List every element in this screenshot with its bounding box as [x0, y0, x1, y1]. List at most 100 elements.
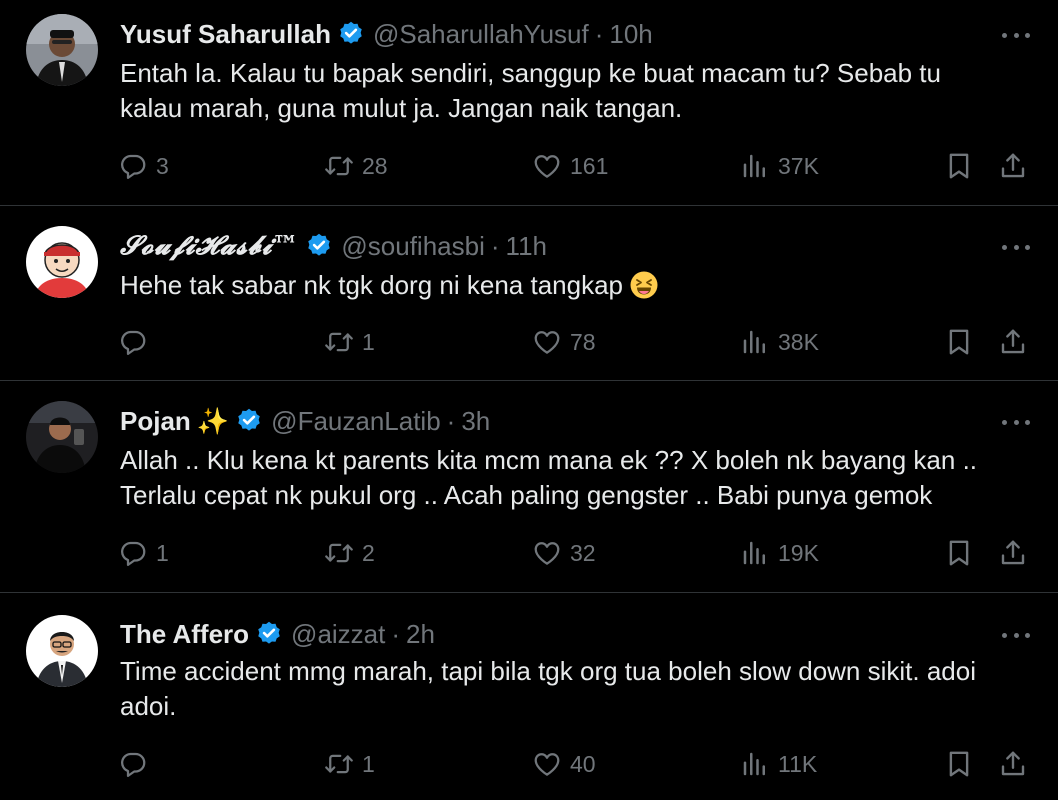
- avatar[interactable]: [26, 226, 98, 298]
- bookmark-button[interactable]: [944, 149, 974, 183]
- tweet-header: Pojan ✨ @FauzanLatib · 3h: [120, 404, 490, 438]
- heart-icon: [532, 327, 562, 357]
- bookmark-icon: [944, 327, 974, 357]
- reply-count: 1: [156, 539, 169, 566]
- like-button[interactable]: 40: [532, 747, 596, 781]
- tweet-text: Time accident mmg marah, tapi bila tgk o…: [120, 656, 976, 721]
- share-button[interactable]: [998, 536, 1028, 570]
- reply-count: 3: [156, 152, 169, 179]
- share-icon: [998, 538, 1028, 568]
- reply-button[interactable]: 3: [118, 149, 169, 183]
- display-name[interactable]: Pojan: [120, 404, 191, 438]
- views-button[interactable]: 38K: [740, 325, 819, 359]
- timestamp[interactable]: 2h: [406, 617, 435, 651]
- bookmark-button[interactable]: [944, 536, 974, 570]
- bookmark-icon: [944, 538, 974, 568]
- more-icon[interactable]: [1002, 30, 1030, 40]
- like-button[interactable]: 78: [532, 325, 596, 359]
- reply-button[interactable]: [118, 325, 156, 359]
- tweet-actions: 1 2 32 19K: [118, 536, 1038, 570]
- user-handle[interactable]: @aizzat: [291, 617, 385, 651]
- tweet-text-body: Hehe tak sabar nk tgk dorg ni kena tangk…: [120, 270, 623, 300]
- retweet-count: 1: [362, 328, 375, 355]
- timestamp[interactable]: 11h: [506, 229, 547, 263]
- separator-dot: ·: [490, 231, 500, 261]
- retweet-icon: [324, 151, 354, 181]
- reply-icon: [118, 327, 148, 357]
- heart-icon: [532, 151, 562, 181]
- reply-button[interactable]: [118, 747, 156, 781]
- share-icon: [998, 749, 1028, 779]
- retweet-button[interactable]: 28: [324, 149, 388, 183]
- timestamp[interactable]: 10h: [609, 17, 652, 51]
- heart-icon: [532, 749, 562, 779]
- display-name[interactable]: Yusuf Saharullah: [120, 17, 331, 51]
- bookmark-icon: [944, 749, 974, 779]
- retweet-icon: [324, 749, 354, 779]
- tweet-header: Yusuf Saharullah @SaharullahYusuf · 10h: [120, 17, 653, 51]
- like-count: 78: [570, 328, 596, 355]
- share-icon: [998, 327, 1028, 357]
- bookmark-icon: [944, 151, 974, 181]
- tweet-divider: [0, 592, 1058, 593]
- more-icon[interactable]: [1002, 417, 1030, 427]
- retweet-button[interactable]: 1: [324, 747, 375, 781]
- views-icon: [740, 151, 770, 181]
- like-count: 32: [570, 539, 596, 566]
- heart-icon: [532, 538, 562, 568]
- bookmark-button[interactable]: [944, 325, 974, 359]
- view-count: 37K: [778, 152, 819, 179]
- view-count: 38K: [778, 328, 819, 355]
- retweet-icon: [324, 327, 354, 357]
- tweet-actions: 1 40 11K: [118, 747, 1038, 781]
- tweet-header: 𝓢𝓸𝓾𝓯𝓲𝓗𝓪𝓼𝓫𝓲™ @soufihasbi · 11h: [120, 229, 547, 263]
- views-button[interactable]: 11K: [740, 747, 817, 781]
- reply-icon: [118, 538, 148, 568]
- display-name[interactable]: The Affero: [120, 617, 249, 651]
- like-button[interactable]: 161: [532, 149, 608, 183]
- more-icon[interactable]: [1002, 242, 1030, 252]
- more-icon[interactable]: [1002, 630, 1030, 640]
- views-icon: [740, 749, 770, 779]
- verified-badge-icon: [255, 620, 283, 648]
- tweet-divider: [0, 380, 1058, 381]
- timestamp[interactable]: 3h: [461, 404, 490, 438]
- tweet-header: The Affero @aizzat · 2h: [120, 617, 435, 651]
- user-handle[interactable]: @FauzanLatib: [271, 404, 441, 438]
- views-button[interactable]: 37K: [740, 149, 819, 183]
- tweet-actions: 3 28 161 37K: [118, 149, 1038, 183]
- avatar[interactable]: [26, 14, 98, 86]
- retweet-count: 28: [362, 152, 388, 179]
- retweet-button[interactable]: 2: [324, 536, 375, 570]
- views-icon: [740, 327, 770, 357]
- tweet-divider: [0, 205, 1058, 206]
- retweet-button[interactable]: 1: [324, 325, 375, 359]
- view-count: 19K: [778, 539, 819, 566]
- reply-icon: [118, 749, 148, 779]
- views-icon: [740, 538, 770, 568]
- share-button[interactable]: [998, 149, 1028, 183]
- like-count: 40: [570, 750, 596, 777]
- tweet-text: Allah .. Klu kena kt parents kita mcm ma…: [120, 445, 978, 510]
- verified-badge-icon: [235, 407, 263, 435]
- view-count: 11K: [778, 750, 818, 777]
- views-button[interactable]: 19K: [740, 536, 819, 570]
- avatar[interactable]: [26, 615, 98, 687]
- laughing-emoji-icon: [630, 271, 658, 299]
- separator-dot: ·: [446, 406, 456, 436]
- reply-button[interactable]: 1: [118, 536, 169, 570]
- avatar[interactable]: [26, 401, 98, 473]
- display-name[interactable]: 𝓢𝓸𝓾𝓯𝓲𝓗𝓪𝓼𝓫𝓲™: [120, 229, 299, 263]
- share-button[interactable]: [998, 747, 1028, 781]
- user-handle[interactable]: @soufihasbi: [341, 229, 484, 263]
- share-button[interactable]: [998, 325, 1028, 359]
- tweet-text: Hehe tak sabar nk tgk dorg ni kena tangk…: [120, 268, 1040, 303]
- retweet-count: 2: [362, 539, 375, 566]
- share-icon: [998, 151, 1028, 181]
- sparkles-emoji: ✨: [196, 406, 230, 436]
- like-button[interactable]: 32: [532, 536, 596, 570]
- bookmark-button[interactable]: [944, 747, 974, 781]
- like-count: 161: [570, 152, 609, 179]
- user-handle[interactable]: @SaharullahYusuf: [373, 17, 589, 51]
- verified-badge-icon: [305, 232, 333, 260]
